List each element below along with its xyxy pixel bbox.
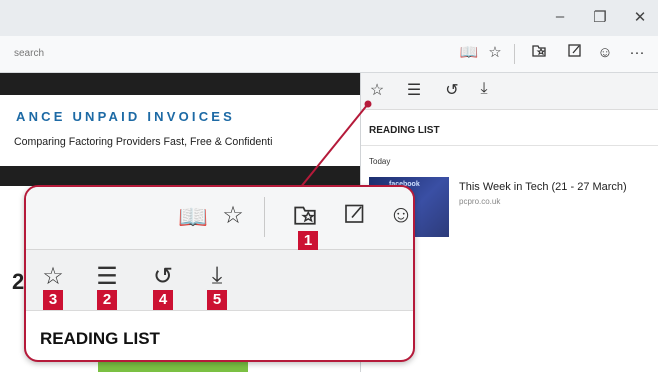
- favorites-icon[interactable]: ☆: [38, 262, 68, 291]
- zoom-divider: [264, 197, 265, 237]
- history-icon[interactable]: ↺: [148, 262, 178, 291]
- badge-downloads: 5: [207, 290, 227, 310]
- badge-reading-list: 2: [97, 290, 117, 310]
- feedback-smiley-icon[interactable]: ☺: [386, 201, 413, 229]
- badge-favorites: 3: [43, 290, 63, 310]
- favorite-star-icon[interactable]: ☆: [218, 201, 248, 230]
- reading-view-icon[interactable]: 📖: [178, 203, 208, 232]
- web-note-icon[interactable]: [340, 201, 370, 232]
- reading-list-icon[interactable]: ☰: [92, 262, 122, 291]
- zoom-callout: 📖 ☆ 1 ☺ ☆ 3 ☰ 2 ↺ 4 ⤓ 5 READING LIST: [24, 185, 415, 362]
- badge-history: 4: [153, 290, 173, 310]
- badge-hub: 1: [298, 231, 318, 251]
- zoom-hub-tabs-row: ☆ 3 ☰ 2 ↺ 4 ⤓ 5: [26, 250, 413, 311]
- hub-icon[interactable]: [290, 201, 320, 234]
- zoom-toolbar-row: 📖 ☆ 1 ☺: [26, 187, 413, 251]
- downloads-icon[interactable]: ⤓: [202, 262, 232, 290]
- zoom-reading-list-title: READING LIST: [40, 329, 160, 348]
